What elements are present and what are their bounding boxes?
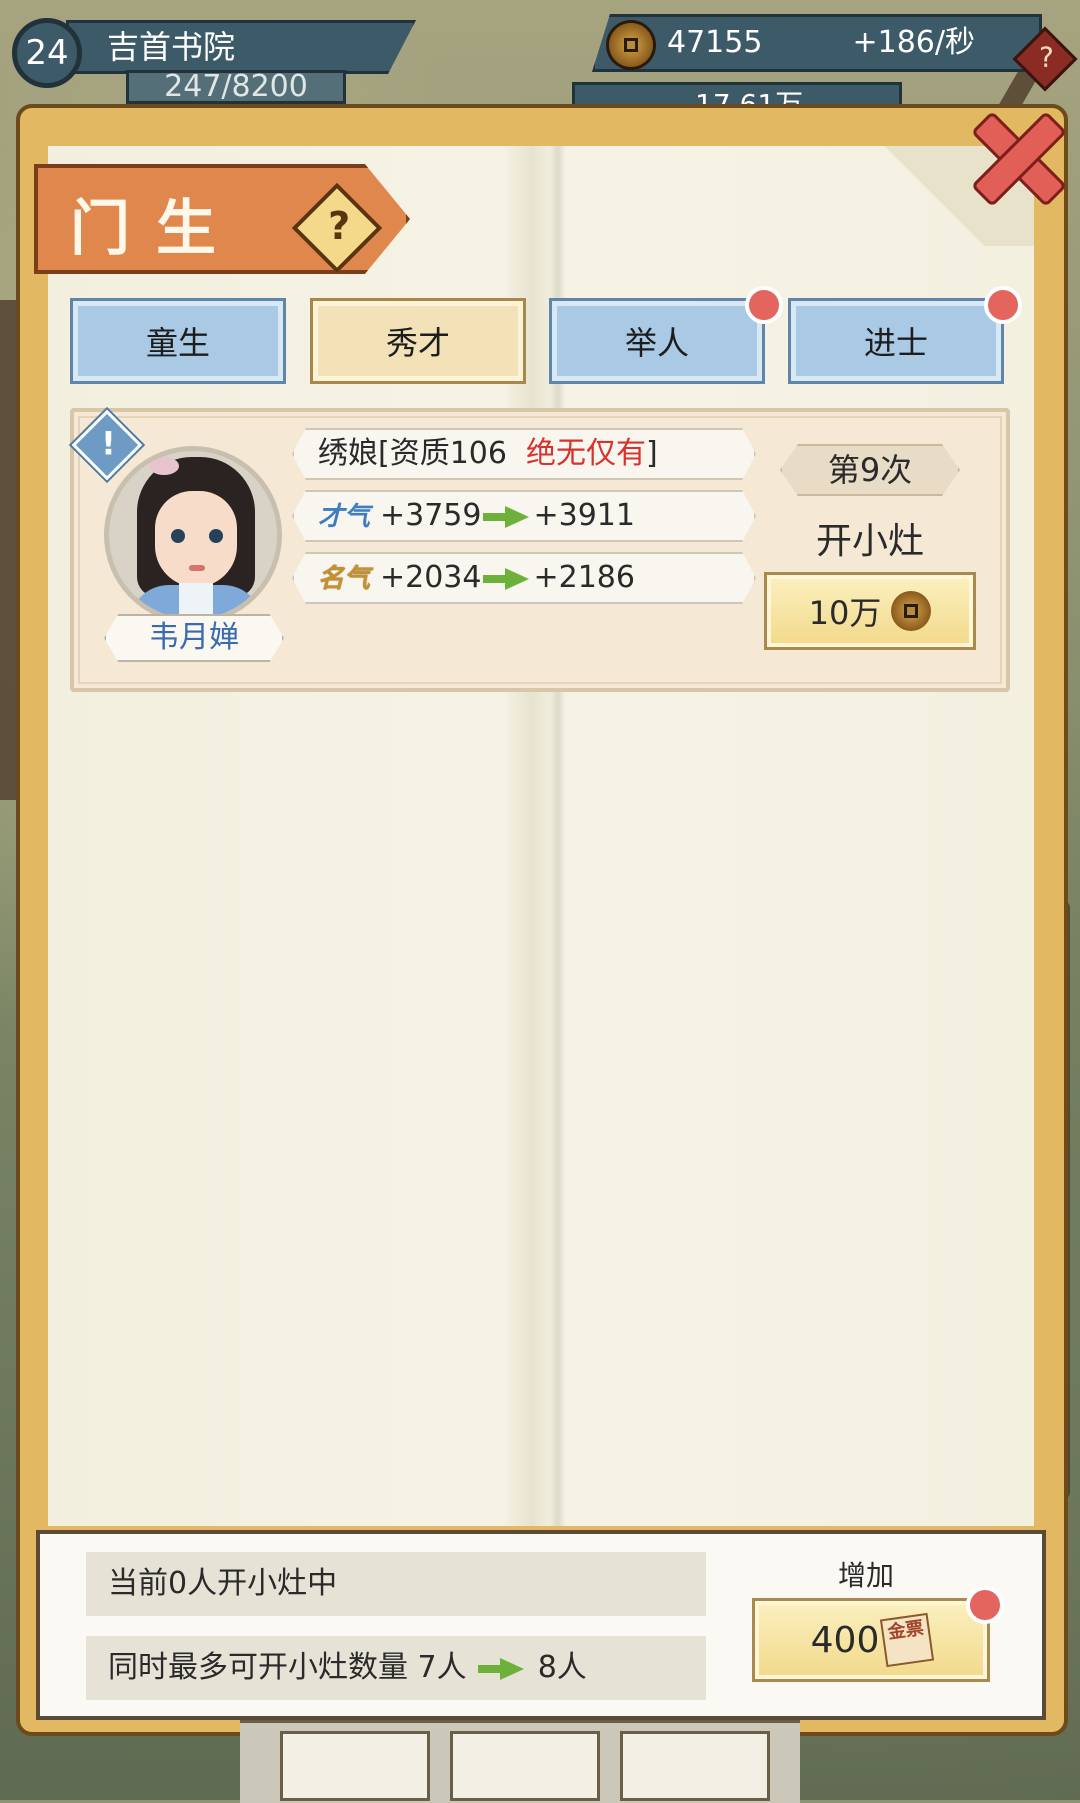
level-badge: 24 — [12, 18, 82, 88]
increase-button[interactable]: 400 金票 — [752, 1598, 990, 1682]
notification-dot — [966, 1586, 1004, 1624]
max-capacity: 同时最多可开小灶数量 7人 8人 — [86, 1636, 706, 1700]
action-label: 开小灶 — [815, 521, 924, 562]
profession-text: 绣娘[资质106 — [318, 436, 507, 471]
fame-icon: 名气 — [318, 564, 371, 594]
arrow-right-icon — [483, 505, 531, 528]
copper-coin-icon — [891, 591, 932, 631]
coin-rate: +186/秒 — [852, 25, 975, 60]
coin-amount: 47155 — [667, 25, 763, 60]
gold-ticket-icon: 金票 — [880, 1612, 935, 1668]
notification-dot — [745, 286, 783, 324]
academy-progress: 247/8200 — [126, 70, 346, 104]
talent-icon: 才气 — [318, 502, 371, 532]
arrow-right-icon — [478, 1657, 526, 1680]
copper-coin-icon — [609, 23, 653, 67]
cost-label: 10万 — [808, 594, 882, 632]
rarity-text: 绝无仅有 — [526, 436, 647, 471]
student-name: 韦月婵 — [104, 614, 284, 662]
fame-stat: 名气 +2034 +2186 — [292, 552, 756, 604]
increase-label: 增加 — [838, 1559, 895, 1592]
max-capacity-next: 8人 — [537, 1650, 587, 1685]
talent-current: +3759 — [380, 498, 482, 533]
panel-title: 门生 — [70, 194, 242, 264]
talent-next: +3911 — [533, 498, 635, 533]
ticket-cost: 400 — [810, 1619, 880, 1661]
tab-tongsheng[interactable]: 童生 — [70, 298, 286, 384]
student-portrait[interactable] — [104, 446, 282, 624]
notification-dot — [984, 286, 1022, 324]
tab-juren[interactable]: 举人 — [549, 298, 765, 384]
tab-xiucai[interactable]: 秀才 — [310, 298, 526, 384]
max-capacity-label: 同时最多可开小灶数量 7人 — [108, 1650, 467, 1685]
student-profession: 绣娘[资质106 绝无仅有] — [292, 428, 756, 480]
academy-name: 吉首书院 — [66, 20, 416, 74]
talent-stat: 才气 +3759 +3911 — [292, 490, 756, 542]
fame-next: +2186 — [533, 560, 635, 595]
academy-info[interactable]: 吉首书院 24 247/8200 — [6, 10, 426, 106]
session-count: 第9次 — [780, 444, 960, 496]
current-status: 当前0人开小灶中 — [86, 1552, 706, 1616]
coin-bar: 47155 +186/秒 — [592, 14, 1042, 72]
close-icon[interactable] — [960, 98, 1070, 208]
fame-current: +2034 — [380, 560, 482, 595]
bottom-menu-peek — [240, 1720, 800, 1803]
arrow-right-icon — [483, 567, 531, 590]
tutor-button[interactable]: 10万 — [764, 572, 976, 650]
tab-jinshi[interactable]: 进士 — [788, 298, 1004, 384]
